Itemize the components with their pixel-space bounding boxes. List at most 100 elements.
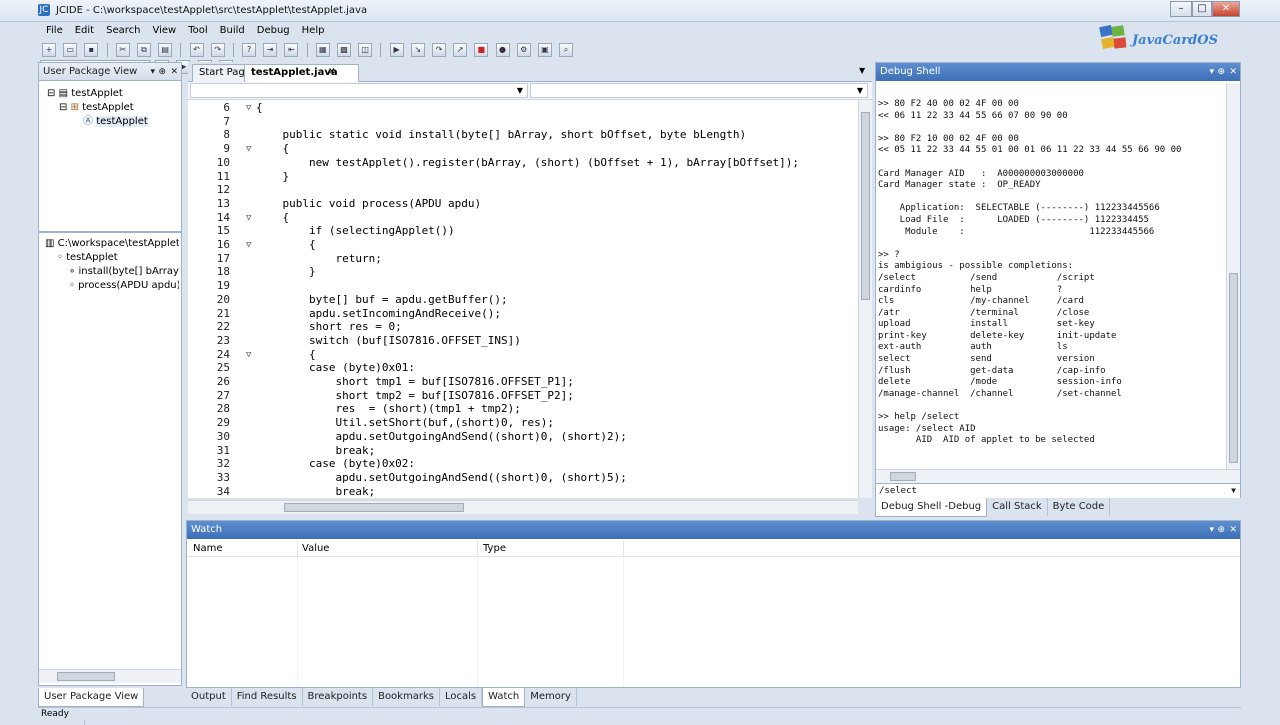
dropdown-icon[interactable]: ▾ bbox=[150, 63, 155, 81]
tab-bookmarks[interactable]: Bookmarks bbox=[373, 688, 440, 706]
line-number[interactable]: 34 bbox=[188, 485, 230, 498]
line-number[interactable]: 23 bbox=[188, 334, 230, 348]
tab-byte-code[interactable]: Byte Code bbox=[1048, 498, 1111, 516]
step-over-icon[interactable]: ↷ bbox=[431, 43, 446, 57]
code-line[interactable]: 8 public static void install(byte[] bArr… bbox=[188, 128, 858, 142]
open-folder-icon[interactable]: ▭ bbox=[63, 43, 78, 57]
tab-locals[interactable]: Locals bbox=[440, 688, 483, 706]
tab-memory[interactable]: Memory bbox=[525, 688, 577, 706]
line-number[interactable]: 12 bbox=[188, 183, 230, 197]
code-editor[interactable]: 6 ▽ {7 8 public static void install(byte[] … bbox=[188, 100, 858, 498]
menu-build[interactable]: Build bbox=[214, 22, 251, 40]
undo-icon[interactable]: ↶ bbox=[189, 43, 204, 57]
tab-output[interactable]: Output bbox=[186, 688, 232, 706]
new-file-icon[interactable]: + bbox=[42, 43, 56, 57]
tree-item[interactable]: ⊟ ▤ testApplet bbox=[47, 87, 148, 101]
code-line[interactable]: 34 break; bbox=[188, 485, 858, 498]
code-line[interactable]: 26 short tmp1 = buf[ISO7816.OFFSET_P1]; bbox=[188, 375, 858, 389]
method-selector[interactable]: ▼ bbox=[530, 83, 868, 98]
line-number[interactable]: 16 bbox=[188, 238, 230, 252]
line-number[interactable]: 32 bbox=[188, 457, 230, 471]
fold-icon[interactable]: ▽ bbox=[246, 101, 251, 115]
line-number[interactable]: 9 bbox=[188, 142, 230, 156]
line-number[interactable]: 6 bbox=[188, 101, 230, 115]
code-line[interactable]: 13 public void process(APDU apdu) bbox=[188, 197, 858, 211]
menu-edit[interactable]: Edit bbox=[69, 22, 100, 40]
tab-call-stack[interactable]: Call Stack bbox=[987, 498, 1048, 516]
code-line[interactable]: 33 apdu.setOutgoingAndSend((short)0, (sh… bbox=[188, 471, 858, 485]
menu-file[interactable]: File bbox=[40, 22, 69, 40]
pin-icon[interactable]: ⊕ bbox=[1217, 63, 1225, 81]
card-reader-icon[interactable]: ▣ bbox=[537, 43, 552, 57]
fold-icon[interactable]: ▽ bbox=[246, 211, 251, 225]
step-into-icon[interactable]: ↘ bbox=[410, 43, 425, 57]
line-number[interactable]: 7 bbox=[188, 115, 230, 129]
dropdown-icon[interactable]: ▾ bbox=[1209, 521, 1214, 539]
save-icon[interactable]: ▪ bbox=[84, 43, 99, 57]
dropdown-icon[interactable]: ▾ bbox=[1209, 63, 1214, 81]
tab-find-results[interactable]: Find Results bbox=[232, 688, 303, 706]
outline-item[interactable]: ◦ process(APDU apdu) bbox=[45, 279, 179, 293]
column-name[interactable]: Name bbox=[193, 543, 223, 554]
tree-item[interactable]: Ⓐ testApplet bbox=[47, 115, 148, 129]
column-value[interactable]: Value bbox=[302, 543, 329, 554]
code-line[interactable]: 10 new testApplet().register(bArray, (sh… bbox=[188, 156, 858, 170]
code-line[interactable]: 30 apdu.setOutgoingAndSend((short)0, (sh… bbox=[188, 430, 858, 444]
debug-output[interactable]: >> 80 F2 40 00 02 4F 00 00 << 06 11 22 33… bbox=[878, 99, 1226, 471]
column-divider[interactable] bbox=[477, 541, 478, 557]
menu-help[interactable]: Help bbox=[296, 22, 331, 40]
indent-icon[interactable]: ⇥ bbox=[263, 43, 278, 57]
code-line[interactable]: 12 bbox=[188, 183, 858, 197]
close-icon[interactable]: ✕ bbox=[170, 63, 178, 81]
close-icon[interactable]: ✕ bbox=[1229, 521, 1237, 539]
line-number[interactable]: 22 bbox=[188, 320, 230, 334]
find-icon[interactable]: ⌕ bbox=[559, 43, 574, 57]
outline-item[interactable]: ∘ install(byte[] bArray,sl bbox=[45, 265, 179, 279]
build-icon[interactable]: ▦ bbox=[315, 43, 330, 57]
scroll-thumb[interactable] bbox=[57, 672, 115, 681]
line-number[interactable]: 25 bbox=[188, 361, 230, 375]
settings-icon[interactable]: ⚙ bbox=[516, 43, 531, 57]
tab-testapplet-java[interactable]: testApplet.java bbox=[244, 64, 359, 82]
pin-icon[interactable]: ⊕ bbox=[1217, 521, 1225, 539]
close-icon[interactable]: ✕ bbox=[1229, 63, 1237, 81]
line-number[interactable]: 30 bbox=[188, 430, 230, 444]
line-number[interactable]: 17 bbox=[188, 252, 230, 266]
tab-list-icon[interactable]: ▼ bbox=[859, 66, 865, 75]
code-line[interactable]: 14 ▽ { bbox=[188, 211, 858, 225]
scroll-thumb[interactable] bbox=[1229, 273, 1238, 463]
code-line[interactable]: 16 ▽ { bbox=[188, 238, 858, 252]
class-selector[interactable]: ▼ bbox=[190, 83, 528, 98]
line-number[interactable]: 21 bbox=[188, 307, 230, 321]
compile-icon[interactable]: ◫ bbox=[358, 43, 373, 57]
debug-vscroll[interactable] bbox=[1226, 83, 1240, 469]
close-window-button[interactable]: ✕ bbox=[1212, 1, 1240, 17]
code-line[interactable]: 24 ▽ { bbox=[188, 348, 858, 362]
tab-watch[interactable]: Watch bbox=[482, 688, 526, 707]
tab-breakpoints[interactable]: Breakpoints bbox=[303, 688, 374, 706]
code-line[interactable]: 32 case (byte)0x02: bbox=[188, 457, 858, 471]
code-line[interactable]: 15 if (selectingApplet()) bbox=[188, 224, 858, 238]
scroll-thumb[interactable] bbox=[861, 112, 870, 300]
build-all-icon[interactable]: ▩ bbox=[337, 43, 351, 57]
code-line[interactable]: 17 return; bbox=[188, 252, 858, 266]
close-tab-icon[interactable]: ✕ bbox=[328, 67, 336, 77]
tab-debug-shell[interactable]: Debug Shell -Debug bbox=[875, 498, 988, 517]
code-line[interactable]: 31 break; bbox=[188, 444, 858, 458]
stop-icon[interactable]: ■ bbox=[474, 43, 489, 57]
code-line[interactable]: 25 case (byte)0x01: bbox=[188, 361, 858, 375]
line-number[interactable]: 26 bbox=[188, 375, 230, 389]
code-line[interactable]: 6 ▽ { bbox=[188, 101, 858, 115]
code-line[interactable]: 11 } bbox=[188, 170, 858, 184]
menu-search[interactable]: Search bbox=[100, 22, 146, 40]
cut-icon[interactable]: ✂ bbox=[115, 43, 130, 57]
column-divider[interactable] bbox=[297, 541, 298, 557]
column-type[interactable]: Type bbox=[483, 543, 506, 554]
fold-icon[interactable]: ▽ bbox=[246, 238, 251, 252]
outdent-icon[interactable]: ⇤ bbox=[284, 43, 299, 57]
redo-icon[interactable]: ↷ bbox=[210, 43, 225, 57]
line-number[interactable]: 29 bbox=[188, 416, 230, 430]
paste-icon[interactable]: ▤ bbox=[158, 43, 173, 57]
code-line[interactable]: 9 ▽ { bbox=[188, 142, 858, 156]
outline-item[interactable]: ◦ testApplet bbox=[45, 251, 179, 265]
